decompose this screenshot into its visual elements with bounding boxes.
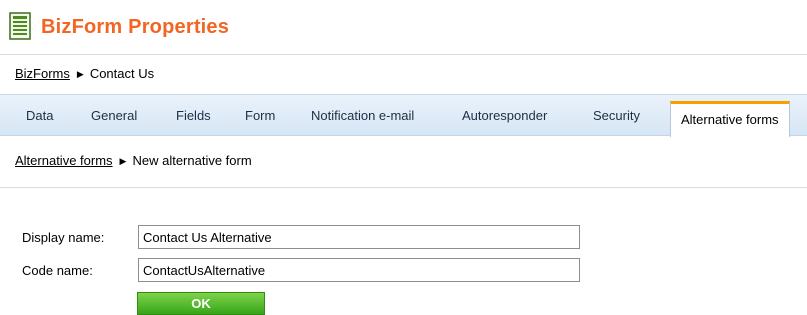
- page-header: BizForm Properties: [0, 0, 807, 55]
- breadcrumb-link-alternative-forms[interactable]: Alternative forms: [15, 153, 113, 168]
- tab-alternative-forms[interactable]: Alternative forms: [670, 101, 790, 137]
- breadcrumb-arrow-icon: ▶: [119, 156, 127, 166]
- display-name-field[interactable]: [138, 225, 580, 249]
- tab-security[interactable]: Security: [593, 108, 640, 123]
- form-document-icon: [9, 12, 31, 40]
- ok-button[interactable]: OK: [137, 292, 265, 315]
- display-name-label: Display name:: [22, 230, 105, 245]
- breadcrumb: BizForms ▶ Contact Us: [0, 55, 807, 93]
- tab-fields[interactable]: Fields: [176, 108, 211, 123]
- tab-general[interactable]: General: [91, 108, 137, 123]
- sub-breadcrumb: Alternative forms ▶ New alternative form: [0, 137, 807, 188]
- page-title: BizForm Properties: [41, 16, 230, 38]
- code-name-field[interactable]: [138, 258, 580, 282]
- code-name-label: Code name:: [22, 263, 93, 278]
- tab-form[interactable]: Form: [245, 108, 275, 123]
- tab-autoresponder[interactable]: Autoresponder: [462, 108, 547, 123]
- tab-notification-email[interactable]: Notification e-mail: [311, 108, 414, 123]
- breadcrumb-current: Contact Us: [89, 66, 155, 81]
- breadcrumb-current: New alternative form: [132, 153, 252, 168]
- tab-data[interactable]: Data: [26, 108, 53, 123]
- breadcrumb-link-bizforms[interactable]: BizForms: [15, 66, 70, 81]
- tab-bar: Data General Fields Form Notification e-…: [0, 94, 807, 137]
- breadcrumb-arrow-icon: ▶: [76, 69, 84, 79]
